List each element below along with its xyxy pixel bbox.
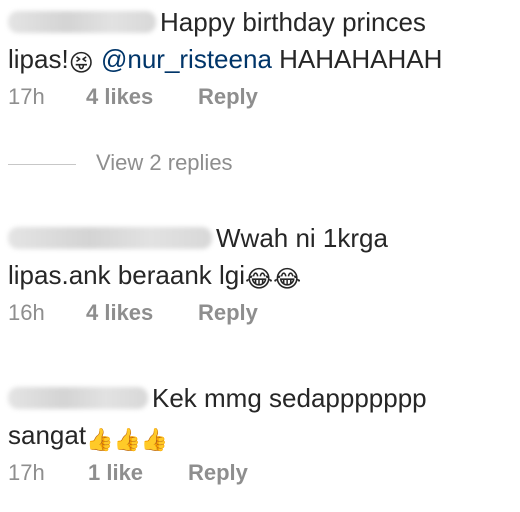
thumbs-up-emoji-icon: 👍 xyxy=(140,428,169,453)
username-blurred[interactable] xyxy=(8,11,156,33)
mention-link[interactable]: @nur_risteena xyxy=(101,44,272,74)
tears-of-joy-emoji-icon: 😂 xyxy=(273,265,302,293)
comment-meta: 17h 4 likes Reply xyxy=(8,82,514,112)
username-blurred[interactable] xyxy=(8,387,148,409)
reply-button[interactable]: Reply xyxy=(188,458,248,488)
comment-text-line1: Happy birthday princes xyxy=(160,7,426,37)
likes-count[interactable]: 4 likes xyxy=(86,298,198,328)
comment-body: Happy birthday princes lipas!😝 @nur_rist… xyxy=(8,4,514,78)
tears-of-joy-emoji-icon: 😂 xyxy=(245,265,274,293)
divider-line xyxy=(8,163,76,165)
comment-text-line1: Wwah ni 1krga xyxy=(216,223,388,253)
comment-text-line2: sangat xyxy=(8,420,87,450)
comment-timestamp: 17h xyxy=(8,460,45,485)
reply-button[interactable]: Reply xyxy=(198,82,258,112)
comment-meta: 16h 4 likes Reply xyxy=(8,298,514,328)
likes-count[interactable]: 1 like xyxy=(88,458,188,488)
comment-1: Happy birthday princes lipas!😝 @nur_rist… xyxy=(8,4,514,112)
likes-count[interactable]: 4 likes xyxy=(86,82,198,112)
username-blurred[interactable] xyxy=(8,227,212,249)
comment-text-line1: Kek mmg sedappppppp xyxy=(152,383,427,413)
comment-timestamp: 17h xyxy=(8,84,45,109)
comment-2: Wwah ni 1krga lipas.ank beraank lgi😂😂 16… xyxy=(8,220,514,328)
comment-3: Kek mmg sedappppppp sangat👍👍👍 17h 1 like R… xyxy=(8,380,514,488)
view-replies-button[interactable]: View 2 replies xyxy=(8,148,233,178)
view-replies-label: View 2 replies xyxy=(96,150,233,175)
comment-text-line2: lipas.ank beraank lgi xyxy=(8,260,246,290)
comment-timestamp: 16h xyxy=(8,300,45,325)
comment-text-line2: lipas! xyxy=(8,44,69,74)
comment-body: Kek mmg sedappppppp sangat👍👍👍 xyxy=(8,380,514,454)
squinting-tongue-emoji-icon: 😝 xyxy=(68,49,94,77)
thumbs-up-emoji-icon: 👍 xyxy=(86,428,114,453)
thumbs-up-emoji-icon: 👍 xyxy=(113,428,141,453)
comment-text-line2-post: HAHAHAHAH xyxy=(271,44,443,74)
comment-meta: 17h 1 like Reply xyxy=(8,458,514,488)
reply-button[interactable]: Reply xyxy=(198,298,258,328)
comment-body: Wwah ni 1krga lipas.ank beraank lgi😂😂 xyxy=(8,220,514,294)
